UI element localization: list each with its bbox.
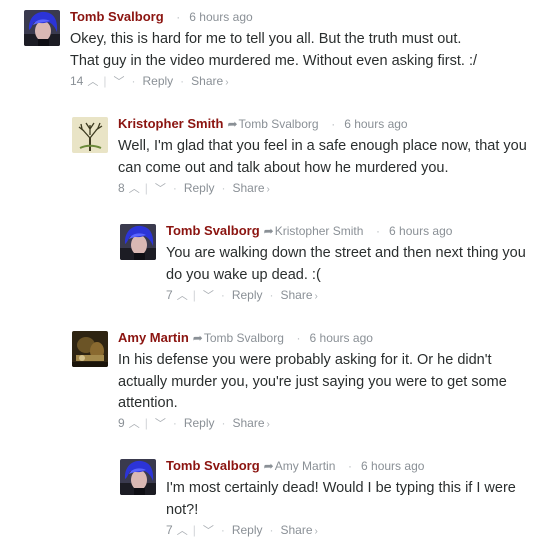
avatar-amy-martin[interactable] bbox=[72, 331, 108, 367]
in-reply-to[interactable]: Tomb Svalborg bbox=[239, 117, 319, 131]
author-name[interactable]: Tomb Svalborg bbox=[166, 458, 260, 473]
downvote-icon[interactable]: ﹀ bbox=[113, 76, 124, 88]
timestamp[interactable]: 6 hours ago bbox=[310, 331, 373, 345]
vote-count: 9 bbox=[118, 416, 125, 430]
upvote-icon[interactable]: ︿ bbox=[177, 290, 188, 302]
dark-scene-icon bbox=[72, 331, 108, 367]
reply-button[interactable]: Reply bbox=[232, 288, 263, 302]
vote-divider: | bbox=[103, 74, 107, 88]
chevron-right-icon: › bbox=[266, 419, 270, 430]
blue-hair-person-icon bbox=[120, 224, 156, 260]
separator-dot: · bbox=[331, 117, 336, 131]
separator-dot: · bbox=[172, 416, 177, 430]
timestamp[interactable]: 6 hours ago bbox=[361, 459, 424, 473]
separator-dot: · bbox=[172, 181, 177, 195]
comment-header: Amy Martin ➦Tomb Svalborg · 6 hours ago bbox=[118, 330, 373, 346]
comment-body: I'm most certainly dead! Would I be typi… bbox=[166, 480, 516, 518]
separator-dot: · bbox=[220, 523, 225, 537]
downvote-icon[interactable]: ﹀ bbox=[203, 525, 214, 537]
downvote-icon[interactable]: ﹀ bbox=[155, 418, 166, 430]
separator-dot: · bbox=[221, 181, 226, 195]
vote-divider: | bbox=[144, 181, 148, 195]
comment-body: In his defense you were probably asking … bbox=[118, 352, 507, 411]
author-name[interactable]: Tomb Svalborg bbox=[70, 9, 164, 24]
reply-button[interactable]: Reply bbox=[184, 181, 215, 195]
separator-dot: · bbox=[269, 523, 274, 537]
timestamp[interactable]: 6 hours ago bbox=[189, 10, 252, 24]
blue-hair-person-icon bbox=[120, 459, 156, 495]
comment-body: Okey, this is hard for me to tell you al… bbox=[70, 31, 477, 69]
comment-footer: 8 ︿ | ﹀ · Reply · Share › bbox=[118, 181, 270, 197]
chevron-right-icon: › bbox=[314, 526, 318, 537]
reply-arrow-icon: ➦ bbox=[227, 117, 238, 131]
upvote-icon[interactable]: ︿ bbox=[177, 525, 188, 537]
reply-button[interactable]: Reply bbox=[232, 523, 263, 537]
author-name[interactable]: Amy Martin bbox=[118, 330, 189, 345]
in-reply-to[interactable]: Amy Martin bbox=[275, 459, 336, 473]
avatar-tomb-svalborg[interactable] bbox=[120, 459, 156, 495]
avatar-tomb-svalborg[interactable] bbox=[24, 10, 60, 46]
separator-dot: · bbox=[296, 331, 301, 345]
chevron-right-icon: › bbox=[266, 184, 270, 195]
separator-dot: · bbox=[221, 416, 226, 430]
author-name[interactable]: Tomb Svalborg bbox=[166, 223, 260, 238]
upvote-icon[interactable]: ︿ bbox=[129, 418, 140, 430]
comment-body: Well, I'm glad that you feel in a safe e… bbox=[118, 138, 527, 176]
separator-dot: · bbox=[269, 288, 274, 302]
avatar-kristopher-smith[interactable] bbox=[72, 117, 108, 153]
separator-dot: · bbox=[131, 74, 136, 88]
comment-body: You are walking down the street and then… bbox=[166, 245, 526, 283]
comment-footer: 7 ︿ | ﹀ · Reply · Share › bbox=[166, 523, 318, 539]
avatar-tomb-svalborg[interactable] bbox=[120, 224, 156, 260]
comment-footer: 9 ︿ | ﹀ · Reply · Share › bbox=[118, 416, 270, 432]
reply-arrow-icon: ➦ bbox=[192, 331, 203, 345]
reply-arrow-icon: ➦ bbox=[263, 224, 274, 238]
vote-divider: | bbox=[192, 523, 196, 537]
vote-divider: | bbox=[144, 416, 148, 430]
vote-count: 14 bbox=[70, 74, 84, 88]
in-reply-to[interactable]: Kristopher Smith bbox=[275, 224, 364, 238]
upvote-icon[interactable]: ︿ bbox=[129, 183, 140, 195]
comment-footer: 14 ︿ | ﹀ · Reply · Share › bbox=[70, 74, 229, 90]
bare-tree-icon bbox=[72, 117, 108, 153]
upvote-icon[interactable]: ︿ bbox=[87, 76, 98, 88]
comment-header: Tomb Svalborg ➦Kristopher Smith · 6 hours … bbox=[166, 223, 452, 239]
comment-footer: 7 ︿ | ﹀ · Reply · Share › bbox=[166, 288, 318, 304]
share-button[interactable]: Share › bbox=[233, 181, 270, 195]
share-button[interactable]: Share › bbox=[191, 74, 228, 88]
comment-header: Tomb Svalborg ➦Amy Martin · 6 hours ago bbox=[166, 458, 424, 474]
chevron-right-icon: › bbox=[314, 291, 318, 302]
separator-dot: · bbox=[176, 10, 181, 24]
share-button[interactable]: Share › bbox=[281, 523, 318, 537]
reply-arrow-icon: ➦ bbox=[263, 459, 274, 473]
separator-dot: · bbox=[348, 459, 353, 473]
vote-count: 7 bbox=[166, 288, 173, 302]
separator-dot: · bbox=[376, 224, 381, 238]
reply-button[interactable]: Reply bbox=[142, 74, 173, 88]
blue-hair-person-icon bbox=[24, 10, 60, 46]
timestamp[interactable]: 6 hours ago bbox=[344, 117, 407, 131]
comment-header: Tomb Svalborg · 6 hours ago bbox=[70, 9, 253, 25]
in-reply-to[interactable]: Tomb Svalborg bbox=[204, 331, 284, 345]
vote-divider: | bbox=[192, 288, 196, 302]
chevron-right-icon: › bbox=[225, 77, 229, 88]
downvote-icon[interactable]: ﹀ bbox=[155, 183, 166, 195]
timestamp[interactable]: 6 hours ago bbox=[389, 224, 452, 238]
share-button[interactable]: Share › bbox=[233, 416, 270, 430]
separator-dot: · bbox=[180, 74, 185, 88]
downvote-icon[interactable]: ﹀ bbox=[203, 290, 214, 302]
share-button[interactable]: Share › bbox=[281, 288, 318, 302]
vote-count: 8 bbox=[118, 181, 125, 195]
reply-button[interactable]: Reply bbox=[184, 416, 215, 430]
vote-count: 7 bbox=[166, 523, 173, 537]
author-name[interactable]: Kristopher Smith bbox=[118, 116, 223, 131]
separator-dot: · bbox=[220, 288, 225, 302]
comment-header: Kristopher Smith ➦Tomb Svalborg · 6 hours … bbox=[118, 116, 408, 132]
